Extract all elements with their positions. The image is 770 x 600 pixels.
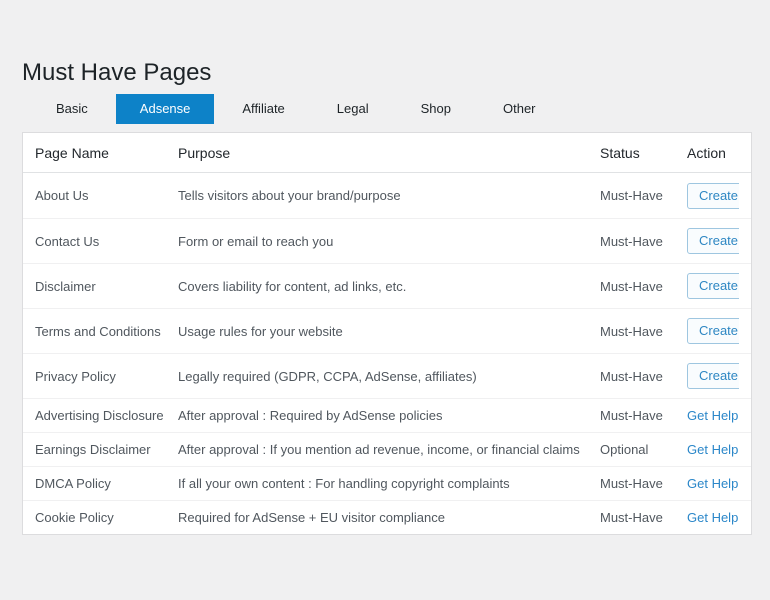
page-name-cell: Cookie Policy [35,510,114,525]
create-button[interactable]: Create [687,318,739,344]
tab-legal[interactable]: Legal [313,94,393,124]
page-name-cell: About Us [35,188,89,203]
column-header-purpose: Purpose [178,144,231,161]
tab-bar: Basic Adsense Affiliate Legal Shop Other [32,94,750,124]
column-header-status: Status [600,144,640,161]
create-button[interactable]: Create [687,228,739,254]
table-header-row: Page Name Purpose Status Action [23,133,751,173]
tab-affiliate[interactable]: Affiliate [218,94,308,124]
admin-content-area: Must Have Pages Basic Adsense Affiliate … [0,0,770,535]
column-header-page-name: Page Name [35,144,109,161]
table-row: Contact Us Form or email to reach you Mu… [23,218,751,263]
status-cell: Optional [600,442,649,457]
tab-other[interactable]: Other [479,94,560,124]
table-row: Disclaimer Covers liability for content,… [23,263,751,308]
page-name-cell: Terms and Conditions [35,323,161,339]
pages-table-card: Page Name Purpose Status Action About Us… [22,132,752,535]
page-name-cell: Disclaimer [35,278,96,294]
status-cell: Must-Have [600,368,663,384]
status-cell: Must-Have [600,510,663,525]
table-row: Earnings Disclaimer After approval : If … [23,432,751,466]
purpose-cell: After approval : Required by AdSense pol… [178,408,443,423]
create-button[interactable]: Create [687,182,739,209]
tab-basic[interactable]: Basic [32,94,112,124]
purpose-cell: Usage rules for your website [178,323,343,339]
status-cell: Must-Have [600,188,663,203]
status-cell: Must-Have [600,233,663,249]
tab-adsense[interactable]: Adsense [115,94,215,124]
table-row: About Us Tells visitors about your brand… [23,173,751,218]
column-header-action: Action [687,144,726,161]
status-cell: Must-Have [600,408,663,423]
page-name-cell: Privacy Policy [35,368,116,384]
purpose-cell: Covers liability for content, ad links, … [178,278,407,294]
status-cell: Must-Have [600,476,663,491]
purpose-cell: If all your own content : For handling c… [178,476,510,491]
page-title: Must Have Pages [22,59,212,86]
tab-shop[interactable]: Shop [397,94,475,124]
create-button[interactable]: Create [687,273,739,299]
table-row: Terms and Conditions Usage rules for you… [23,308,751,353]
page-name-cell: Advertising Disclosure [35,408,164,423]
get-help-link[interactable]: Get Help [687,442,738,457]
get-help-link[interactable]: Get Help [687,476,738,491]
purpose-cell: Required for AdSense + EU visitor compli… [178,510,445,525]
purpose-cell: Legally required (GDPR, CCPA, AdSense, a… [178,368,477,384]
get-help-link[interactable]: Get Help [687,510,738,525]
status-cell: Must-Have [600,323,663,339]
get-help-link[interactable]: Get Help [687,408,738,423]
create-button[interactable]: Create [687,363,739,389]
table-row: Advertising Disclosure After approval : … [23,398,751,432]
table-row: DMCA Policy If all your own content : Fo… [23,466,751,500]
page-name-cell: DMCA Policy [35,476,111,491]
table-row: Privacy Policy Legally required (GDPR, C… [23,353,751,398]
page-name-cell: Earnings Disclaimer [35,442,151,457]
status-cell: Must-Have [600,278,663,294]
purpose-cell: Form or email to reach you [178,233,334,249]
table-row: Cookie Policy Required for AdSense + EU … [23,500,751,534]
purpose-cell: After approval : If you mention ad reven… [178,442,580,457]
page-name-cell: Contact Us [35,233,100,249]
purpose-cell: Tells visitors about your brand/purpose [178,188,401,203]
